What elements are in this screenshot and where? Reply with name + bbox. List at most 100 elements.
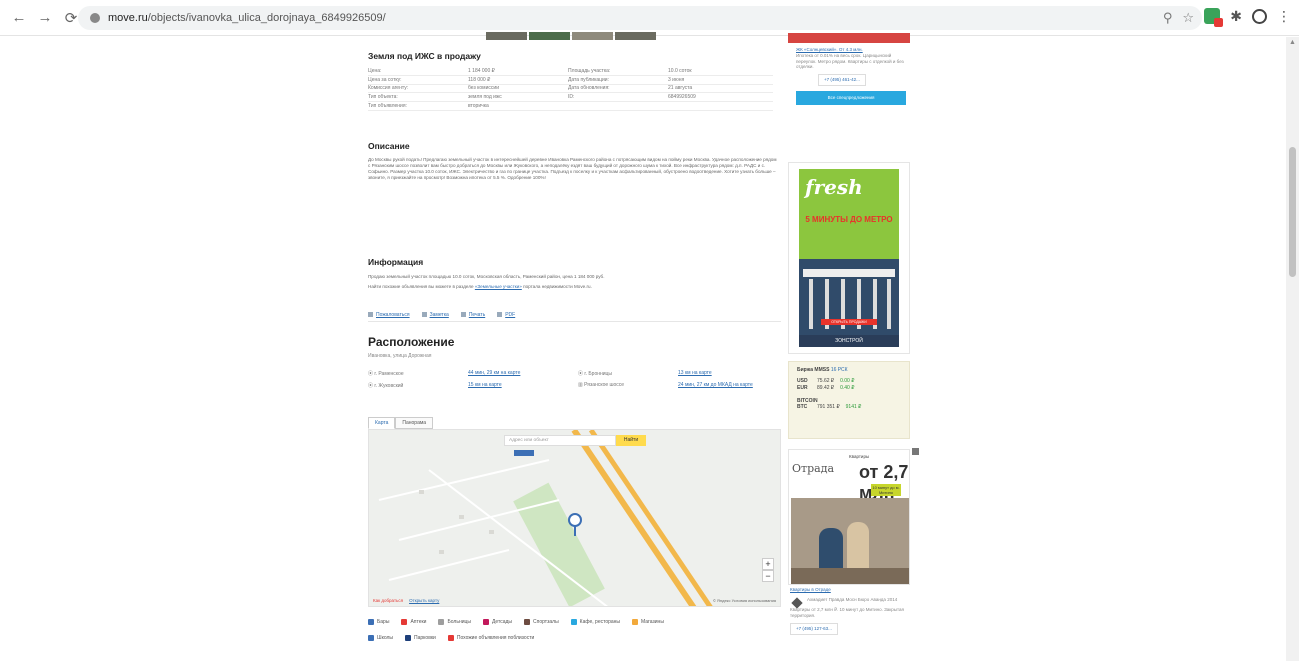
pdf-icon xyxy=(497,312,503,317)
profile-avatar-icon[interactable] xyxy=(1252,8,1267,24)
poi-row1: Бары Аптеки Больницы Детсады Спортзалы Кафе, … xyxy=(368,614,781,630)
poi-label: Больницы xyxy=(447,619,471,625)
map-find-button[interactable]: Найти xyxy=(616,435,646,446)
poi-label: Спортзалы xyxy=(533,619,559,625)
transport-row: ⦿ г. Раменское 44 мин, 29 км на карте ⦿ г.… xyxy=(368,370,783,382)
poi-filter[interactable]: Детсады xyxy=(482,619,513,625)
top-ad-image[interactable] xyxy=(788,33,910,43)
back-icon[interactable]: ← xyxy=(8,7,30,29)
scrollbar-thumb[interactable] xyxy=(1289,147,1296,277)
tab-map[interactable]: Карта xyxy=(368,417,396,429)
poi-category-icon xyxy=(368,619,374,625)
otrada-banner-ad[interactable]: Отрада Квартиры от 2,7 млн 10 минут до м… xyxy=(788,449,910,585)
poi-label: Детсады xyxy=(491,619,513,625)
zoom-in-button[interactable]: + xyxy=(762,558,774,570)
poi-label: Аптеки xyxy=(410,619,427,625)
poi-filter[interactable]: Парковки xyxy=(405,635,436,641)
transport-distance-link[interactable]: 44 мин, 29 км на карте xyxy=(468,370,578,376)
page-scrollbar[interactable]: ▲ xyxy=(1286,37,1299,661)
currency-rate: 75.62 ₽ xyxy=(817,378,835,384)
information-heading: Информация xyxy=(368,257,424,267)
lock-icon xyxy=(90,13,100,23)
currency-row: EUR 89.42 ₽ 0.40 ₽ xyxy=(797,385,901,392)
fresh-banner-ad[interactable]: fresh 5 МИНУТЫ ДО МЕТРО ОТКРЫТЬ ПРОДАЖИ … xyxy=(788,162,910,354)
poi-label: Магазины xyxy=(641,619,664,625)
transport-distance-link[interactable]: 13 км на карте xyxy=(678,370,778,376)
couple-photo xyxy=(791,498,909,584)
poi-filter[interactable]: Кафе, рестораны xyxy=(570,619,621,625)
scroll-up-icon[interactable]: ▲ xyxy=(1289,39,1296,46)
detail-label: Дата публикации: xyxy=(568,76,609,83)
route-link[interactable]: Как добраться xyxy=(373,598,403,603)
btc-rate: 791 351 ₽ xyxy=(817,404,840,410)
tab-panorama[interactable]: Панорама xyxy=(395,417,434,429)
listing-actions: Пожаловаться Заметка Печать PDF xyxy=(368,308,781,322)
special-offers-button[interactable]: Все спецпредложения xyxy=(796,90,906,105)
url-path: /objects/ivanovka_ulica_dorojnaya_684992… xyxy=(147,12,386,24)
poi-category-icon xyxy=(438,619,445,625)
poi-category-icon xyxy=(401,619,408,625)
detail-value: 118 000 ₽ xyxy=(468,76,491,83)
poi-filter[interactable]: Похожие объявления поблизости xyxy=(447,635,535,641)
address-bar[interactable]: move.ru /objects/ivanovka_ulica_dorojnay… xyxy=(78,6,1202,30)
poi-label: Парковки xyxy=(414,635,436,641)
detail-value: 6849926509 xyxy=(668,94,696,101)
land-plots-link[interactable]: «Земельные участки» xyxy=(475,284,522,289)
forward-icon[interactable]: → xyxy=(34,7,56,29)
detail-label: Цена за сотку: xyxy=(368,76,402,83)
poi-label: Кафе, рестораны xyxy=(579,619,621,625)
ad-phone-button[interactable]: +7 (495) 461-42... xyxy=(818,74,866,86)
bookmark-star-icon[interactable]: ☆ xyxy=(1182,10,1194,26)
extensions-puzzle-icon[interactable]: ✱ xyxy=(1230,8,1242,24)
transport-row: ⦿ г. Жуковский 15 км на карте ▥ Рязанское … xyxy=(368,382,783,394)
description-heading: Описание xyxy=(368,141,410,151)
poi-filter[interactable]: Магазины xyxy=(632,619,664,625)
poi-filter[interactable]: Аптеки xyxy=(401,619,426,625)
poi-row2: Школы Парковки Похожие объявления поблизос… xyxy=(368,630,781,646)
ad-info-icon[interactable] xyxy=(912,448,919,455)
listing-details-table: Цена: 1 184 000 ₽ Площадь участка: 10.0 сот… xyxy=(368,67,773,111)
poi-category-icon xyxy=(570,619,577,625)
detail-label: Тип объявления: xyxy=(368,103,407,110)
poi-filter[interactable]: Бары xyxy=(368,619,389,625)
poi-filter[interactable]: Спортзалы xyxy=(524,619,559,625)
ad-text: Ипотека от 0.01% на весь срок. Царицынск… xyxy=(796,52,904,70)
url-host: move.ru xyxy=(108,12,148,24)
detail-label: Тип объекта: xyxy=(368,94,398,101)
extension-icon[interactable] xyxy=(1204,8,1224,27)
note-link[interactable]: Заметка xyxy=(421,312,449,318)
detail-value: вторичка xyxy=(468,103,489,110)
otrada-price-label: Квартиры xyxy=(849,454,870,459)
currency-rate: 89.42 ₽ xyxy=(817,385,835,391)
zoom-out-button[interactable]: − xyxy=(762,570,774,582)
poi-category-icon xyxy=(632,619,639,625)
print-icon xyxy=(460,312,466,317)
flag-icon xyxy=(368,312,373,317)
ad2-title-link[interactable]: Квартиры в Отраде xyxy=(790,587,908,593)
fresh-slogan: 5 МИНУТЫ ДО МЕТРО xyxy=(805,215,893,224)
transport-distance-link[interactable]: 24 мин, 27 км до МКАД на карте xyxy=(678,382,778,388)
pdf-link[interactable]: PDF xyxy=(497,312,515,318)
btc-row: BTC 791 351 ₽ 9141 ₽ xyxy=(797,404,901,411)
poi-filter[interactable]: Школы xyxy=(368,635,393,641)
browser-menu-icon[interactable]: ⋮ xyxy=(1277,8,1291,24)
zoom-icon[interactable]: ⚲ xyxy=(1163,10,1173,26)
photo-strip[interactable] xyxy=(486,32,656,40)
detail-value: земля под ижс xyxy=(468,94,502,101)
open-map-link[interactable]: Открыть карту xyxy=(409,598,439,603)
complain-link[interactable]: Пожаловаться xyxy=(368,312,410,318)
detail-value: 10.0 соток xyxy=(668,67,692,74)
browser-toolbar: ← → ⟳ move.ru /objects/ivanovka_ulica_do… xyxy=(0,0,1299,36)
map-copyright[interactable]: © Яндекс Условия использования xyxy=(713,598,776,603)
map[interactable]: Адрес или объект Найти + − Как добраться… xyxy=(368,429,781,607)
map-tabs: Карта Панорама xyxy=(368,417,434,429)
poi-label: Похожие объявления поблизости xyxy=(456,635,535,641)
exchange-title: Биржа MMSS xyxy=(797,367,830,373)
detail-label: ID: xyxy=(568,94,575,101)
poi-filter[interactable]: Больницы xyxy=(438,619,471,625)
map-search-input[interactable]: Адрес или объект xyxy=(504,435,616,446)
ad2-text: Квартиры от 2,7 млн ₽. 10 минут до Митин… xyxy=(790,606,904,618)
print-link[interactable]: Печать xyxy=(460,312,485,318)
ad2-phone-button[interactable]: +7 (495) 127-63... xyxy=(790,623,838,636)
transport-distance-link[interactable]: 15 км на карте xyxy=(468,382,578,388)
